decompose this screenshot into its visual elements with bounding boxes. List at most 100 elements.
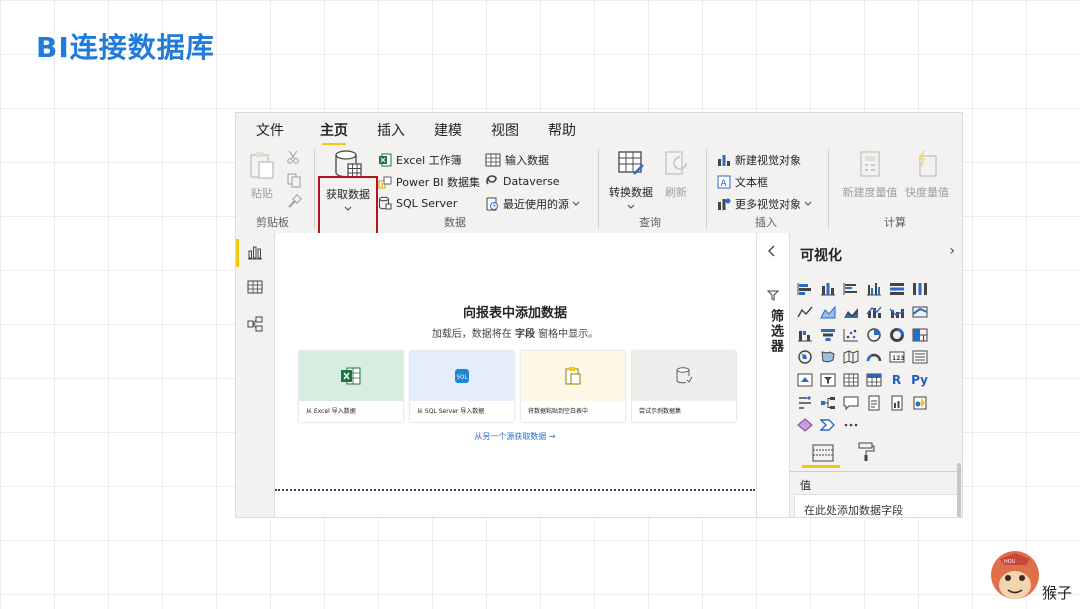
more-visuals-icon	[718, 198, 731, 210]
copy-icon[interactable]	[286, 172, 302, 188]
stacked-column-icon[interactable]	[816, 278, 839, 301]
values-drop-zone[interactable]: 在此处添加数据字段	[794, 494, 961, 517]
refresh-button[interactable]: 刷新	[661, 149, 691, 200]
more-visuals-button[interactable]: 更多视觉对象	[717, 196, 816, 212]
textbox-button[interactable]: A 文本框	[717, 174, 768, 190]
powerbi-dataset-button[interactable]: Power BI 数据集	[378, 174, 480, 190]
chevron-down-icon	[572, 201, 580, 206]
excel-icon	[379, 153, 392, 167]
new-visual-button[interactable]: 新建视觉对象	[717, 152, 801, 168]
enter-data-button[interactable]: 输入数据	[485, 152, 549, 168]
power-automate-icon[interactable]	[793, 414, 816, 437]
filter-icon	[767, 290, 779, 301]
area-chart-icon[interactable]	[816, 301, 839, 324]
paginated-report-icon[interactable]	[885, 391, 908, 414]
new-measure-button[interactable]: 新建度量值	[837, 149, 903, 200]
textbox-icon: A	[717, 175, 731, 189]
multi-row-card-icon[interactable]	[908, 346, 931, 369]
dataverse-icon	[486, 175, 497, 185]
donut-chart-icon[interactable]	[885, 323, 908, 346]
matrix-icon[interactable]	[862, 369, 885, 392]
kpi-icon[interactable]	[793, 369, 816, 392]
card-icon[interactable]: 123	[885, 346, 908, 369]
python-visual-icon[interactable]: Py	[908, 369, 931, 392]
funnel-icon[interactable]	[816, 323, 839, 346]
transform-data-button[interactable]: 转换数据	[605, 149, 657, 213]
table-visual-icon[interactable]	[839, 369, 862, 392]
more-visuals-ellipsis-icon[interactable]	[839, 414, 862, 437]
stacked-bar-icon[interactable]	[793, 278, 816, 301]
tab-file[interactable]: 文件	[256, 120, 284, 140]
r-visual-icon[interactable]: R	[885, 369, 908, 392]
tab-help[interactable]: 帮助	[548, 120, 576, 140]
line-stacked-column-icon[interactable]	[885, 301, 908, 324]
power-apps-icon[interactable]	[908, 391, 931, 414]
line-chart-icon[interactable]	[793, 301, 816, 324]
waterfall-icon[interactable]	[793, 323, 816, 346]
visualizations-title: 可视化	[800, 248, 842, 264]
format-paint-roller-icon[interactable]	[858, 442, 876, 462]
chevron-right-icon[interactable]: ›	[949, 243, 955, 259]
get-data-highlight	[318, 176, 378, 236]
quick-measure-button[interactable]: 快度量值	[901, 149, 953, 200]
tab-view[interactable]: 视图	[491, 120, 519, 140]
data-group-label: 数据	[444, 216, 466, 229]
report-canvas[interactable]: 向报表中添加数据 加载后，数据将在 字段 窗格中显示。 从 Excel 导入数据…	[275, 233, 755, 517]
report-view-icon[interactable]	[246, 243, 264, 261]
filled-map-icon[interactable]	[816, 346, 839, 369]
tab-insert[interactable]: 插入	[377, 120, 405, 140]
clustered-bar-icon[interactable]	[839, 278, 862, 301]
key-influencers-icon[interactable]	[793, 391, 816, 414]
treemap-icon[interactable]	[908, 323, 931, 346]
card-import-sql[interactable]: SQL 从 SQL Server 导入数据	[410, 351, 514, 422]
ribbon-tabs: 文件 主页 插入 建模 视图 帮助	[236, 113, 962, 146]
chevron-left-icon[interactable]	[767, 245, 777, 257]
slicer-icon[interactable]	[816, 369, 839, 392]
card-sample-data[interactable]: 尝试示例数据集	[632, 351, 736, 422]
card-import-excel[interactable]: 从 Excel 导入数据	[299, 351, 403, 422]
powerbi-window: 文件 主页 插入 建模 视图 帮助 粘贴 剪贴板 获取数据 Excel 工作簿 …	[235, 112, 963, 518]
query-group-label: 查询	[639, 216, 661, 229]
cut-icon[interactable]	[286, 150, 300, 164]
visualizations-pane: 可视化 › 123 R Py 值 在此处添加数据字段	[789, 233, 962, 517]
dataverse-button[interactable]: Dataverse	[485, 174, 560, 188]
fields-tab-icon[interactable]	[812, 443, 834, 463]
stacked-area-icon[interactable]	[839, 301, 862, 324]
ribbon-chart-icon[interactable]	[908, 301, 931, 324]
calculations-group-label: 计算	[884, 216, 906, 229]
scatter-icon[interactable]	[839, 323, 862, 346]
other-source-link[interactable]: 从另一个源获取数据 →	[275, 431, 755, 442]
chevron-down-icon	[804, 201, 812, 206]
smart-narrative-icon[interactable]	[862, 391, 885, 414]
tab-modeling[interactable]: 建模	[434, 120, 462, 140]
svg-text:A: A	[721, 179, 728, 189]
goals-icon[interactable]	[816, 414, 839, 437]
gauge-icon[interactable]	[862, 346, 885, 369]
100-column-icon[interactable]	[908, 278, 931, 301]
data-view-icon[interactable]	[246, 278, 264, 296]
recent-sources-button[interactable]: 最近使用的源	[485, 196, 584, 212]
pie-chart-icon[interactable]	[862, 323, 885, 346]
shape-map-icon[interactable]	[839, 346, 862, 369]
paste-icon	[250, 152, 274, 179]
card-paste-data[interactable]: 将数据粘贴到空白表中	[521, 351, 625, 422]
pane-scrollbar[interactable]	[957, 463, 961, 517]
excel-icon	[341, 367, 361, 385]
excel-workbook-button[interactable]: Excel 工作簿	[378, 152, 462, 168]
dataset-icon	[378, 176, 392, 189]
decomposition-tree-icon[interactable]	[816, 391, 839, 414]
map-icon[interactable]	[793, 346, 816, 369]
ribbon: 粘贴 剪贴板 获取数据 Excel 工作簿 Power BI 数据集 SQL S…	[236, 145, 962, 236]
tab-home[interactable]: 主页	[320, 120, 348, 146]
sql-server-button[interactable]: SQL Server	[378, 196, 457, 210]
line-column-icon[interactable]	[862, 301, 885, 324]
100-bar-icon[interactable]	[885, 278, 908, 301]
qna-icon[interactable]	[839, 391, 862, 414]
model-view-icon[interactable]	[246, 315, 264, 333]
paste-button[interactable]: 粘贴	[246, 150, 278, 201]
page-boundary	[275, 489, 755, 491]
filters-pane[interactable]: 筛选器	[756, 233, 789, 517]
format-painter-icon[interactable]	[286, 194, 302, 210]
query-group: 转换数据 刷新 查询	[599, 145, 699, 233]
clustered-column-icon[interactable]	[862, 278, 885, 301]
